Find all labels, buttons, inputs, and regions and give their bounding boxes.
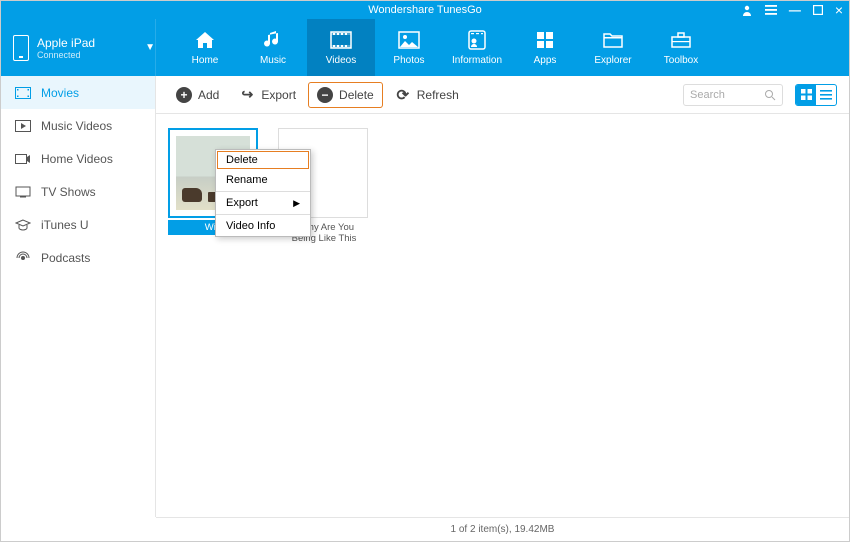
- export-label: Export: [261, 88, 296, 102]
- grid-view-button[interactable]: [796, 85, 816, 105]
- toolbox-icon: [670, 29, 692, 51]
- delete-button[interactable]: − Delete: [308, 82, 383, 108]
- view-switch: [795, 84, 837, 106]
- music-videos-icon: [15, 120, 31, 132]
- nav-apps[interactable]: Apps: [511, 19, 579, 76]
- sidebar-tv-shows-label: TV Shows: [41, 185, 96, 199]
- home-videos-icon: [15, 153, 31, 165]
- sidebar-home-videos-label: Home Videos: [41, 152, 113, 166]
- cm-video-info-label: Video Info: [226, 220, 275, 232]
- refresh-icon: ⟳: [395, 87, 411, 103]
- user-icon[interactable]: [741, 4, 753, 16]
- context-menu: Delete Rename Export ▶ Video Info: [215, 149, 311, 237]
- cm-video-info[interactable]: Video Info: [216, 216, 310, 236]
- nav-explorer-label: Explorer: [594, 55, 631, 66]
- menu-icon[interactable]: [765, 5, 777, 15]
- close-icon[interactable]: ×: [835, 2, 843, 18]
- nav-toolbox[interactable]: Toolbox: [647, 19, 715, 76]
- cm-export-label: Export: [226, 197, 258, 209]
- information-icon: [467, 29, 487, 51]
- nav-information[interactable]: Information: [443, 19, 511, 76]
- nav-explorer[interactable]: Explorer: [579, 19, 647, 76]
- search-icon: [764, 89, 776, 101]
- sidebar-podcasts-label: Podcasts: [41, 251, 90, 265]
- restore-icon[interactable]: [813, 5, 823, 15]
- add-button[interactable]: + Add: [168, 83, 227, 107]
- nav-home-label: Home: [192, 55, 219, 66]
- device-icon: [13, 35, 29, 61]
- podcasts-icon: [15, 252, 31, 264]
- search-placeholder: Search: [690, 89, 764, 101]
- sidebar-music-videos-label: Music Videos: [41, 119, 112, 133]
- device-name: Apple iPad: [37, 36, 137, 50]
- cm-delete-label: Delete: [226, 154, 258, 166]
- nav-toolbox-label: Toolbox: [664, 55, 698, 66]
- sidebar-item-podcasts[interactable]: Podcasts: [1, 241, 155, 274]
- sidebar-item-itunes-u[interactable]: iTunes U: [1, 208, 155, 241]
- sidebar-movies-label: Movies: [41, 86, 79, 100]
- window-controls: — ×: [741, 1, 843, 19]
- nav-apps-label: Apps: [534, 55, 557, 66]
- sidebar-itunes-u-label: iTunes U: [41, 218, 89, 232]
- app-title: Wondershare TunesGo: [368, 4, 482, 16]
- minus-icon: −: [317, 87, 333, 103]
- search-input[interactable]: Search: [683, 84, 783, 106]
- nav: Home Music Videos Photos Information App…: [156, 19, 715, 76]
- main: + Add ↪ Export − Delete ⟳ Refresh Search: [156, 76, 849, 517]
- device-info: Apple iPad Connected: [37, 36, 137, 60]
- itunes-u-icon: [15, 219, 31, 231]
- sidebar: Movies Music Videos Home Videos TV Shows…: [1, 76, 156, 517]
- tv-shows-icon: [15, 186, 31, 198]
- chevron-down-icon: ▼: [145, 42, 155, 53]
- nav-videos-label: Videos: [326, 55, 356, 66]
- sidebar-item-music-videos[interactable]: Music Videos: [1, 109, 155, 142]
- minimize-icon[interactable]: —: [789, 3, 801, 17]
- nav-information-label: Information: [452, 55, 502, 66]
- nav-music[interactable]: Music: [239, 19, 307, 76]
- status-text: 1 of 2 item(s), 19.42MB: [451, 524, 555, 535]
- cm-export[interactable]: Export ▶: [216, 193, 310, 213]
- header: Apple iPad Connected ▼ Home Music Videos…: [1, 19, 849, 76]
- videos-icon: [330, 29, 352, 51]
- sidebar-item-tv-shows[interactable]: TV Shows: [1, 175, 155, 208]
- export-icon: ↪: [239, 87, 255, 103]
- sidebar-item-home-videos[interactable]: Home Videos: [1, 142, 155, 175]
- refresh-button[interactable]: ⟳ Refresh: [387, 83, 467, 107]
- refresh-label: Refresh: [417, 88, 459, 102]
- device-status: Connected: [37, 50, 137, 60]
- nav-videos[interactable]: Videos: [307, 19, 375, 76]
- toolbar: + Add ↪ Export − Delete ⟳ Refresh Search: [156, 76, 849, 114]
- nav-music-label: Music: [260, 55, 286, 66]
- chevron-right-icon: ▶: [293, 198, 300, 209]
- music-icon: [263, 29, 283, 51]
- add-label: Add: [198, 88, 219, 102]
- explorer-icon: [602, 29, 624, 51]
- nav-photos[interactable]: Photos: [375, 19, 443, 76]
- list-view-button[interactable]: [816, 85, 836, 105]
- sidebar-item-movies[interactable]: Movies: [1, 76, 155, 109]
- statusbar: 1 of 2 item(s), 19.42MB: [156, 517, 849, 541]
- apps-icon: [535, 29, 555, 51]
- photos-icon: [398, 29, 420, 51]
- nav-photos-label: Photos: [393, 55, 424, 66]
- cm-rename[interactable]: Rename: [216, 170, 310, 190]
- cm-delete[interactable]: Delete: [216, 150, 310, 170]
- export-button[interactable]: ↪ Export: [231, 83, 304, 107]
- body: Movies Music Videos Home Videos TV Shows…: [1, 76, 849, 517]
- device-selector[interactable]: Apple iPad Connected ▼: [1, 19, 156, 76]
- cm-rename-label: Rename: [226, 174, 268, 186]
- delete-label: Delete: [339, 88, 374, 102]
- nav-home[interactable]: Home: [171, 19, 239, 76]
- plus-icon: +: [176, 87, 192, 103]
- movies-icon: [15, 87, 31, 99]
- home-icon: [194, 29, 216, 51]
- titlebar: Wondershare TunesGo — ×: [1, 1, 849, 19]
